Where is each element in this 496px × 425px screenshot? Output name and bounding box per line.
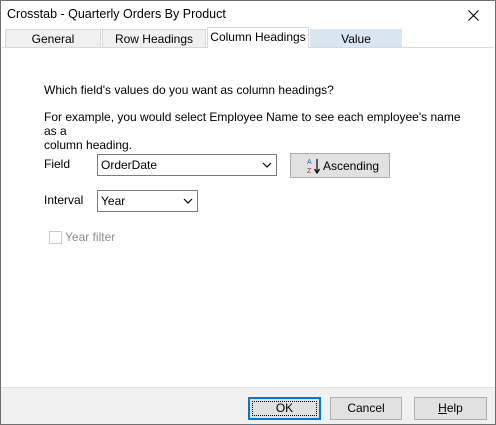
- tab-value[interactable]: Value: [310, 29, 402, 48]
- cancel-button[interactable]: Cancel: [330, 397, 402, 420]
- close-icon: [467, 9, 479, 21]
- instruction-example: For example, you would select Employee N…: [44, 110, 464, 152]
- tab-panel: [2, 47, 494, 387]
- ok-button[interactable]: OK: [248, 397, 321, 420]
- svg-text:A: A: [307, 159, 312, 166]
- help-button[interactable]: Help: [414, 397, 487, 420]
- instruction-question: Which field's values do you want as colu…: [44, 83, 334, 97]
- tab-strip: General Row Headings Column Headings Val…: [5, 27, 491, 48]
- window-title: Crosstab - Quarterly Orders By Product: [7, 7, 226, 21]
- interval-dropdown-value: Year: [101, 194, 126, 208]
- tab-general[interactable]: General: [5, 29, 101, 48]
- close-button[interactable]: [451, 1, 495, 29]
- interval-dropdown[interactable]: Year: [97, 190, 198, 212]
- example-line-2: column heading.: [44, 138, 133, 152]
- year-filter-checkbox[interactable]: [49, 231, 62, 244]
- example-line-1: For example, you would select Employee N…: [44, 110, 461, 138]
- chevron-down-icon: [183, 198, 193, 204]
- tab-column-headings[interactable]: Column Headings: [207, 27, 309, 48]
- sort-button-label: Ascending: [323, 159, 380, 173]
- svg-text:Z: Z: [307, 168, 312, 175]
- chevron-down-icon: [262, 162, 272, 168]
- sort-az-icon: A Z: [307, 159, 321, 175]
- title-bar[interactable]: Crosstab - Quarterly Orders By Product: [1, 1, 495, 29]
- dialog-window: Crosstab - Quarterly Orders By Product G…: [0, 0, 496, 425]
- help-button-label: elp: [446, 401, 463, 415]
- button-bar: OK Cancel Help: [1, 387, 495, 424]
- field-dropdown[interactable]: OrderDate: [97, 154, 277, 176]
- cancel-button-label: Cancel: [347, 401, 385, 415]
- field-dropdown-value: OrderDate: [101, 158, 158, 172]
- tab-row-headings[interactable]: Row Headings: [102, 29, 206, 48]
- focus-rectangle: [252, 401, 317, 416]
- sort-ascending-button[interactable]: A Z Ascending: [290, 153, 390, 178]
- field-label: Field: [44, 157, 71, 171]
- help-mnemonic: H: [438, 401, 447, 415]
- interval-label: Interval: [44, 193, 84, 207]
- year-filter-label: Year filter: [65, 230, 116, 244]
